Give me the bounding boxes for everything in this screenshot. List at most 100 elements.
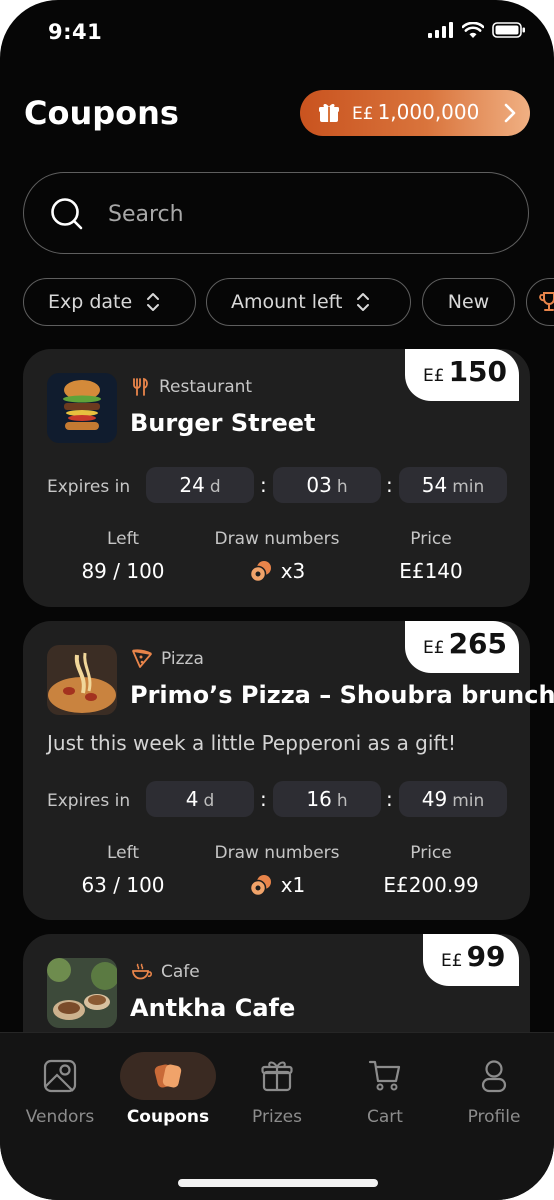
draw-numbers-stat: Draw numbers x1 (197, 843, 357, 897)
minutes-value: 54 (421, 473, 448, 497)
nav-label: Coupons (126, 1107, 210, 1127)
draw-numbers-label: Draw numbers (214, 529, 340, 549)
coupon-name: Burger Street (130, 409, 316, 437)
balance-amount: E£ 1,000,000 (352, 100, 479, 124)
value-currency: E£ (423, 638, 445, 658)
cafe-icon (132, 963, 153, 980)
days-value: 24 (179, 473, 205, 497)
time-separator: : (386, 787, 393, 811)
nav-coupons[interactable]: Coupons (113, 1049, 223, 1127)
coupon-value-badge: E£ 99 (423, 934, 519, 986)
coupon-category: Pizza (131, 649, 204, 669)
draw-numbers-value-row: x1 (197, 873, 357, 897)
tokens-icon (249, 561, 271, 582)
days-value: 4 (185, 787, 199, 811)
expires-label: Expires in (47, 791, 131, 811)
category-label: Pizza (161, 649, 204, 669)
restaurant-icon (133, 377, 148, 396)
left-label: Left (107, 843, 139, 863)
coupon-card[interactable]: E£ 265 Pizza Primo’s Pizza – Shoubra brun… (23, 621, 554, 920)
sort-icon (357, 293, 370, 311)
left-stat: Left 63 / 100 (43, 843, 203, 897)
draw-numbers-value: x1 (280, 873, 306, 897)
nav-prizes[interactable]: Prizes (222, 1049, 332, 1127)
nav-label: Cart (367, 1107, 403, 1127)
search-input[interactable] (106, 195, 490, 233)
coupon-description: Just this week a little Pepperoni as a g… (47, 731, 456, 755)
nav-cart[interactable]: Cart (330, 1049, 440, 1127)
left-label: Left (107, 529, 139, 549)
expires-days: 4d (146, 781, 254, 817)
coupon-name: Antkha Cafe (130, 994, 296, 1022)
hours-value: 16 (306, 787, 332, 811)
tokens-icon (249, 875, 271, 896)
sort-icon (147, 293, 160, 311)
time-separator: : (386, 473, 393, 497)
coupon-image (47, 373, 117, 443)
nav-vendors[interactable]: Vendors (5, 1049, 115, 1127)
signal-icon (428, 22, 453, 38)
page-title: Coupons (24, 94, 179, 132)
prizes-gift-icon (261, 1061, 293, 1092)
value-currency: E£ (441, 951, 463, 971)
filter-chips: Exp date Amount left New (23, 278, 554, 326)
draw-numbers-stat: Draw numbers x3 (197, 529, 357, 583)
status-icons (428, 22, 526, 38)
coupons-icon (154, 1064, 182, 1088)
filter-new[interactable]: New (422, 278, 515, 326)
app-screen: 9:41 Coupons E£1,000,000 Exp date Amount… (0, 0, 554, 1200)
value-amount: 99 (466, 940, 506, 973)
time-separator: : (260, 473, 267, 497)
price-value: E£140 (399, 559, 463, 583)
search-bar[interactable] (23, 172, 529, 254)
value-amount: 265 (448, 627, 508, 660)
balance-currency: E£ (352, 104, 374, 124)
trophy-icon (539, 292, 554, 311)
expires-hours: 03 h (273, 467, 381, 503)
status-bar: 9:41 (0, 0, 554, 70)
price-value: E£200.99 (383, 873, 479, 897)
pizza-image (47, 645, 117, 715)
draw-numbers-value-row: x3 (197, 559, 357, 583)
price-stat: Price E£200.99 (351, 843, 511, 897)
balance-value: 1,000,000 (377, 100, 480, 124)
minutes-unit: min (452, 477, 485, 497)
expires-minutes: 54 min (399, 467, 507, 503)
category-label: Restaurant (159, 377, 253, 397)
price-label: Price (410, 529, 452, 549)
vendors-map-icon (43, 1059, 77, 1093)
hours-value: 03 (306, 473, 332, 497)
days-unit: d (203, 791, 215, 811)
minutes-unit: min (452, 791, 485, 811)
wifi-icon (462, 22, 484, 38)
chevron-right-icon (504, 103, 516, 123)
price-label: Price (410, 843, 452, 863)
home-indicator[interactable] (178, 1179, 378, 1187)
balance-button[interactable]: E£ 1,000,000 (300, 90, 530, 136)
search-icon (51, 198, 83, 230)
bottom-navigation: Vendors Coupons Prizes Cart Profile (0, 1032, 554, 1200)
left-stat: Left 89 / 100 (43, 529, 203, 583)
nav-label: Vendors (25, 1107, 95, 1127)
hours-unit: h (336, 791, 348, 811)
draw-numbers-value: x3 (280, 559, 306, 583)
coupon-image (47, 958, 117, 1028)
gift-icon (319, 103, 339, 122)
filter-amount-left[interactable]: Amount left (206, 278, 411, 326)
days-unit: d (209, 477, 221, 497)
nav-profile[interactable]: Profile (439, 1049, 549, 1127)
minutes-value: 49 (421, 787, 448, 811)
filter-label: New (447, 291, 490, 313)
filter-trophy[interactable] (526, 278, 554, 326)
filter-label: Amount left (231, 291, 343, 313)
left-value: 89 / 100 (81, 559, 165, 583)
value-currency: E£ (423, 366, 445, 386)
filter-exp-date[interactable]: Exp date (23, 278, 196, 326)
price-stat: Price E£140 (351, 529, 511, 583)
coupon-image (47, 645, 117, 715)
value-amount: 150 (448, 355, 508, 388)
filter-label: Exp date (48, 291, 133, 313)
battery-icon (492, 22, 525, 38)
coupon-name: Primo’s Pizza – Shoubra brunch (130, 681, 554, 709)
coupon-card[interactable]: E£ 150 Restaurant Burger Street Expires i… (23, 349, 530, 607)
